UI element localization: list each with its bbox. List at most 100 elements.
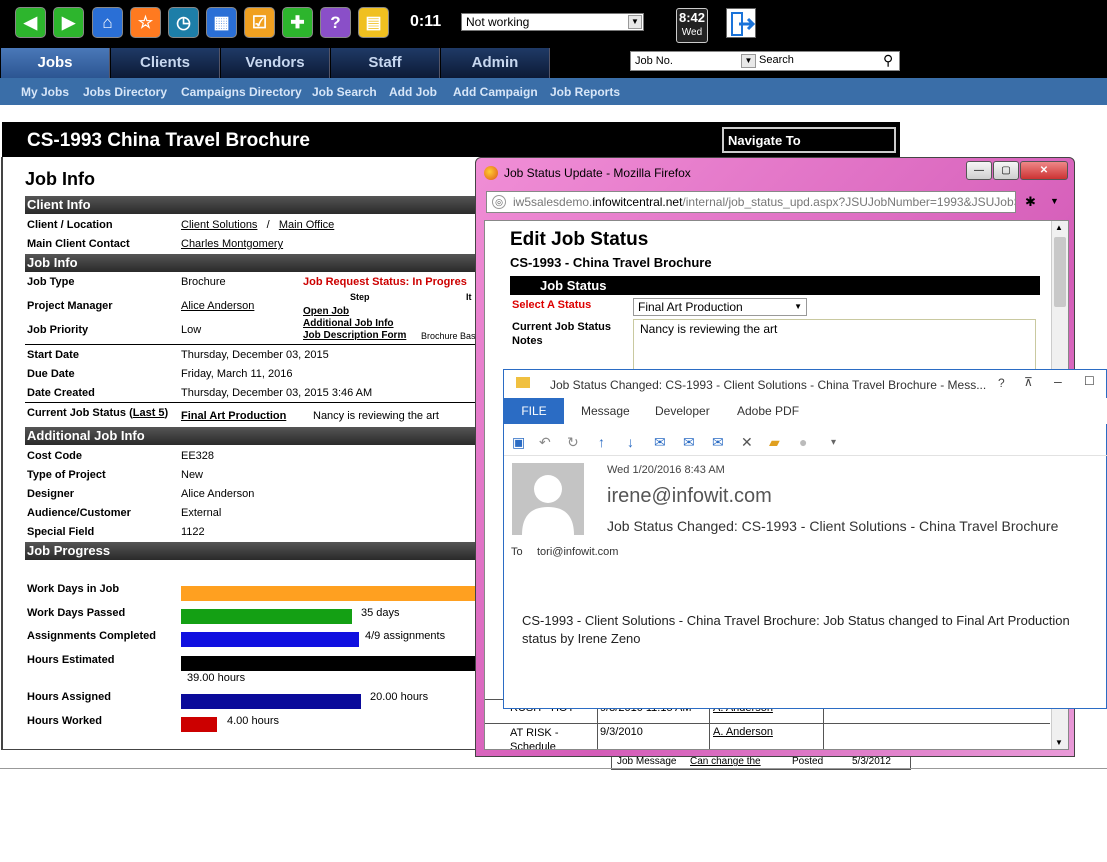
customize-toolbar-icon[interactable]: ▾: [831, 437, 836, 448]
minimize-icon[interactable]: –: [1054, 373, 1062, 389]
scroll-down-icon[interactable]: ▼: [1055, 738, 1063, 747]
scroll-up-icon[interactable]: ▲: [1055, 223, 1063, 232]
tab-vendors[interactable]: Vendors: [221, 48, 330, 78]
globe-icon: ◎: [492, 195, 506, 209]
circle-icon[interactable]: ●: [799, 434, 807, 450]
last-5-link[interactable]: Last 5: [133, 407, 165, 419]
checklist-icon[interactable]: ☑: [244, 7, 275, 38]
search-bar: Job No. ▼ Search ⚲: [630, 51, 900, 71]
search-icon[interactable]: ⚲: [883, 52, 893, 69]
subnav-job-reports[interactable]: Job Reports: [550, 85, 620, 99]
chevron-down-icon[interactable]: ▼: [1050, 196, 1059, 206]
tab-developer[interactable]: Developer: [655, 404, 710, 418]
status-notes-label: Current Job Status Notes: [512, 321, 612, 347]
undo-icon[interactable]: ↶: [539, 434, 551, 451]
additional-info-header: Additional Job Info: [25, 427, 475, 445]
subnav-add-campaign[interactable]: Add Campaign: [453, 85, 538, 99]
logout-icon[interactable]: [726, 8, 756, 38]
progress-label: Work Days Passed: [27, 607, 126, 619]
tab-message[interactable]: Message: [581, 404, 630, 418]
progress-bar-assignments: [181, 632, 359, 647]
client-contact-link[interactable]: Charles Montgomery: [181, 238, 283, 250]
forward-icon[interactable]: ✉: [712, 434, 724, 451]
maximize-button[interactable]: ▢: [993, 161, 1019, 180]
open-job-link[interactable]: Open Job: [303, 306, 349, 317]
work-status-select[interactable]: Not working ▼: [461, 13, 644, 31]
chevron-down-icon[interactable]: ▼: [628, 15, 642, 29]
delete-icon[interactable]: ✕: [741, 434, 753, 451]
message-recipient[interactable]: tori@infowit.com: [537, 546, 618, 558]
progress-label: Hours Estimated: [27, 654, 115, 666]
save-icon[interactable]: ▣: [512, 434, 525, 451]
job-info-header: Job Info: [25, 254, 475, 272]
message-sender[interactable]: irene@infowit.com: [607, 485, 772, 508]
top-toolbar: ◀ ▶ ⌂ ☆ ◷ ▦ ☑ ✚ ? ▤ 0:11 Not working ▼ 8…: [0, 0, 1107, 48]
table-cell: 5/3/2012: [852, 756, 891, 767]
location-link[interactable]: Main Office: [279, 219, 334, 231]
help-icon[interactable]: ?: [320, 7, 351, 38]
reply-all-icon[interactable]: ✉: [683, 434, 695, 451]
tab-admin[interactable]: Admin: [441, 48, 550, 78]
notes-icon[interactable]: ▤: [358, 7, 389, 38]
minimize-button[interactable]: —: [966, 161, 992, 180]
maximize-icon[interactable]: ☐: [1084, 374, 1095, 388]
progress-label: Hours Worked: [27, 715, 102, 727]
section-title: Job Info: [25, 169, 95, 189]
client-contact-label: Main Client Contact: [27, 238, 130, 250]
to-label: To: [511, 546, 523, 558]
redo-icon[interactable]: ↻: [567, 434, 579, 451]
subnav-add-job[interactable]: Add Job: [389, 85, 437, 99]
url-bar[interactable]: ◎ iw5salesdemo.infowitcentral.net/intern…: [486, 191, 1016, 213]
forward-icon[interactable]: ▶: [53, 7, 84, 38]
project-manager-label: Project Manager: [27, 300, 113, 312]
current-status-link[interactable]: Final Art Production: [181, 410, 286, 422]
table-cell-link[interactable]: Can change the: [690, 756, 761, 767]
home-icon[interactable]: ⌂: [92, 7, 123, 38]
back-icon[interactable]: ◀: [15, 7, 46, 38]
subnav-campaigns-directory[interactable]: Campaigns Directory: [181, 85, 302, 99]
start-date-value: Thursday, December 03, 2015: [181, 349, 329, 361]
status-select[interactable]: Final Art Production ▼: [633, 298, 807, 316]
arrow-up-icon[interactable]: ↑: [598, 434, 605, 450]
project-manager-link[interactable]: Alice Anderson: [181, 300, 254, 312]
calendar-icon[interactable]: ▦: [206, 7, 237, 38]
chevron-down-icon[interactable]: ▼: [741, 54, 756, 68]
scroll-thumb[interactable]: [1054, 237, 1066, 307]
table-row: AT RISK - Schedule 9/3/2010 A. Anderson: [485, 724, 1050, 749]
ribbon-display-icon[interactable]: ⊼: [1024, 375, 1033, 389]
client-link[interactable]: Client Solutions: [181, 219, 257, 231]
star-icon[interactable]: ☆: [130, 7, 161, 38]
search-field-select[interactable]: Job No.: [635, 55, 673, 67]
search-input[interactable]: Search: [759, 54, 794, 66]
tab-file[interactable]: FILE: [504, 398, 564, 424]
tab-staff[interactable]: Staff: [331, 48, 440, 78]
current-status-note: Nancy is reviewing the art: [313, 410, 439, 422]
url-domain: infowitcentral.net: [592, 195, 683, 209]
page-divider: [0, 768, 1107, 769]
current-status-label: Current Job Status (Last 5): [27, 407, 168, 419]
reply-icon[interactable]: ✉: [654, 434, 666, 451]
page-title: CS-1993 China Travel Brochure: [27, 130, 310, 151]
help-icon[interactable]: ?: [998, 376, 1005, 390]
arrow-down-icon[interactable]: ↓: [627, 434, 634, 450]
subnav-job-search[interactable]: Job Search: [312, 85, 377, 99]
navigate-to-select[interactable]: Navigate To: [722, 127, 896, 153]
subnav-jobs-directory[interactable]: Jobs Directory: [83, 85, 167, 99]
additional-job-info-link[interactable]: Additional Job Info: [303, 318, 394, 329]
close-button[interactable]: ✕: [1020, 161, 1068, 180]
message-window-title: Job Status Changed: CS-1993 - Client Sol…: [550, 378, 987, 392]
move-folder-icon[interactable]: ▰: [769, 434, 780, 451]
table-cell-link[interactable]: A. Anderson: [713, 726, 773, 738]
tab-clients[interactable]: Clients: [111, 48, 220, 78]
audience-value: External: [181, 507, 222, 519]
clock-widget: 8:42 Wed: [676, 8, 708, 43]
chevron-down-icon[interactable]: ▼: [794, 302, 802, 311]
job-description-form-link[interactable]: Job Description Form: [303, 330, 406, 341]
tab-jobs[interactable]: Jobs: [1, 48, 110, 78]
clock-icon[interactable]: ◷: [168, 7, 199, 38]
subnav-my-jobs[interactable]: My Jobs: [21, 85, 69, 99]
plus-icon[interactable]: ✚: [282, 7, 313, 38]
date-created-label: Date Created: [27, 387, 95, 399]
bug-icon[interactable]: ✱: [1025, 194, 1036, 210]
tab-adobe-pdf[interactable]: Adobe PDF: [737, 404, 799, 418]
